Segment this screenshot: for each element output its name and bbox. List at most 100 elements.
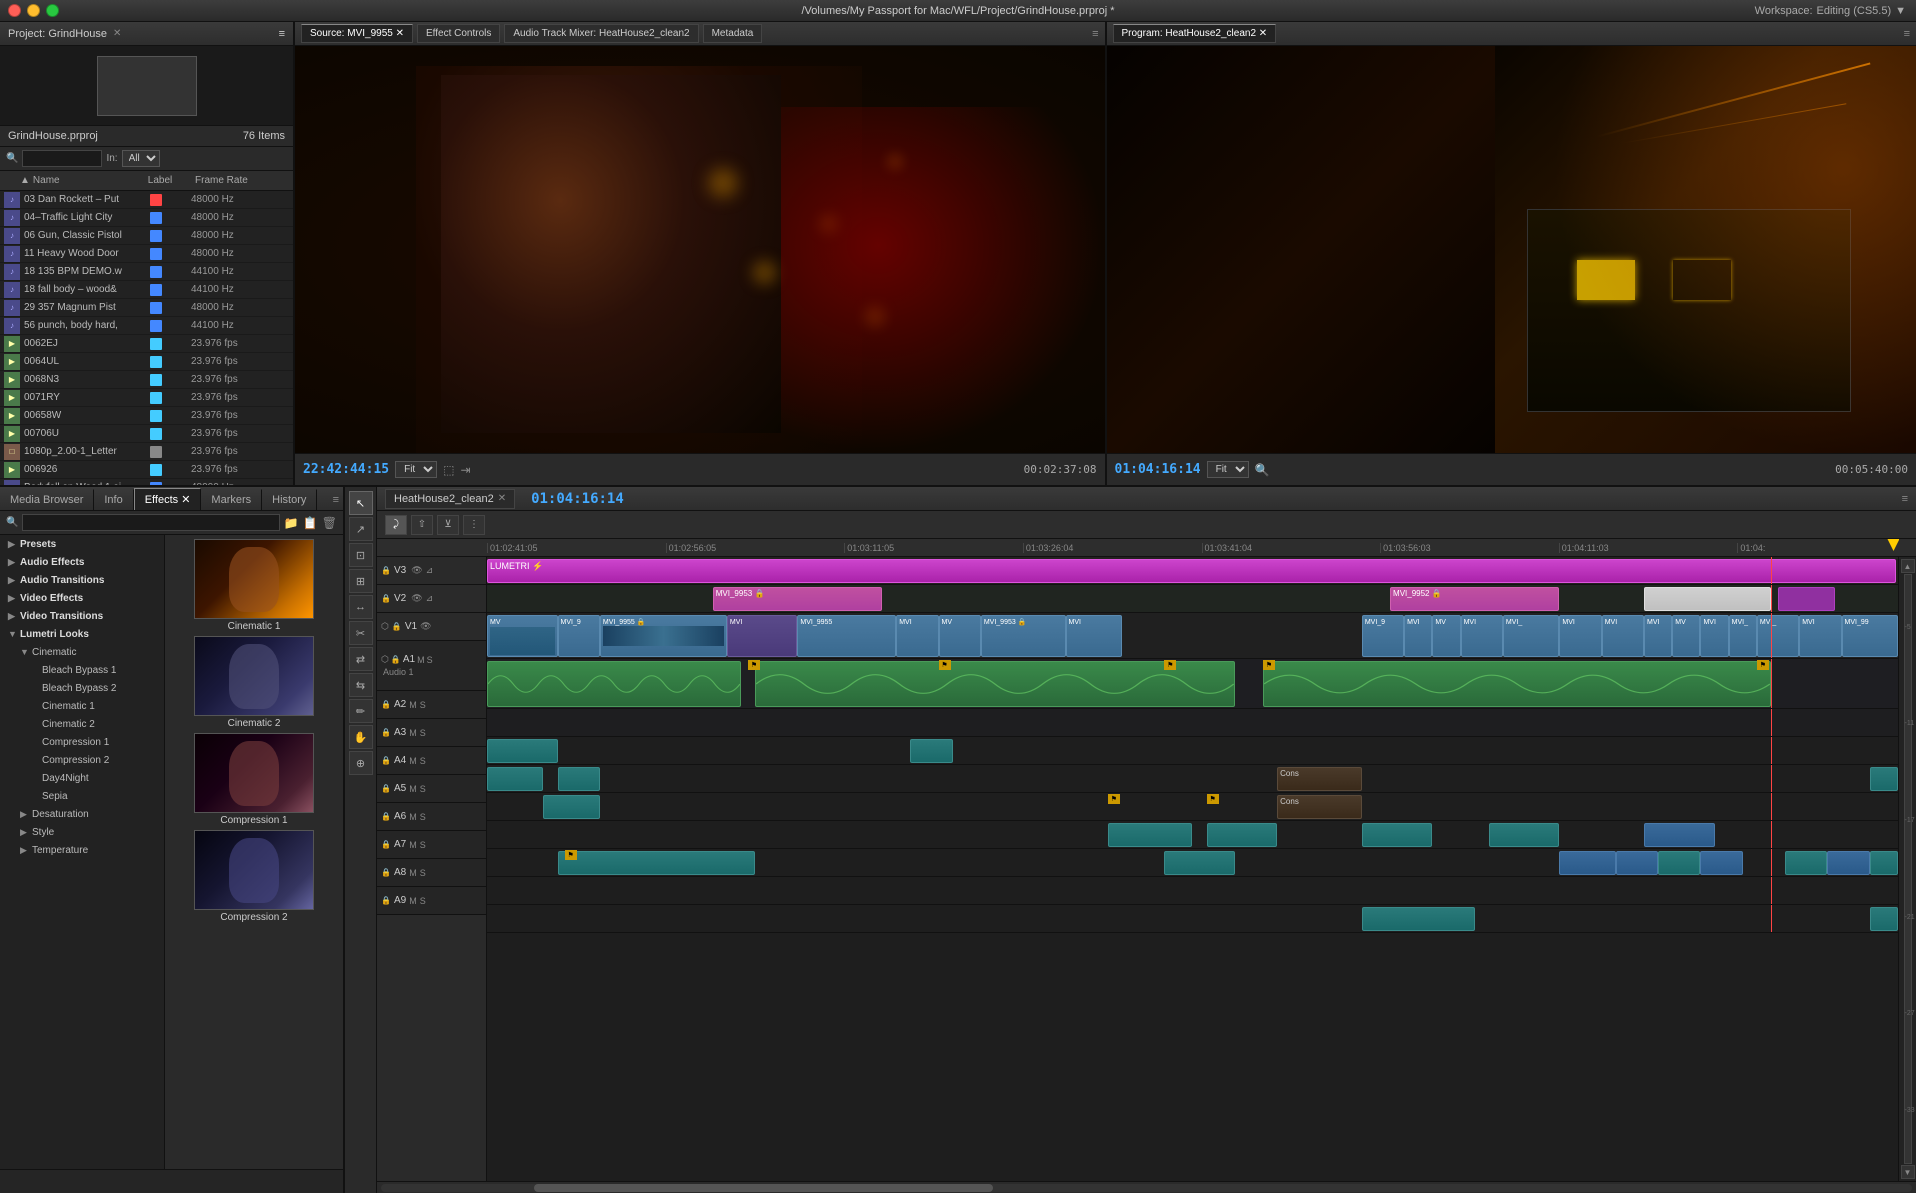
tree-item-day4night[interactable]: Day4Night	[0, 769, 164, 787]
tool-rate-stretch[interactable]: ↔	[349, 595, 373, 619]
track-a1-solo[interactable]: S	[427, 655, 433, 665]
source-monitor-menu[interactable]: ≡	[1092, 28, 1098, 40]
clip-v1-1[interactable]: MV	[487, 615, 558, 657]
list-item[interactable]: ♪ 03 Dan Rockett – Put 48000 Hz	[0, 191, 293, 209]
clip-v1-16[interactable]: MVI	[1602, 615, 1644, 657]
clip-v1-21[interactable]: MVI_	[1757, 615, 1799, 657]
clip-a5-1[interactable]	[543, 795, 599, 819]
track-a9-solo[interactable]: S	[420, 896, 426, 906]
clip-v1-11[interactable]: MVI	[1404, 615, 1432, 657]
clip-v1-17[interactable]: MVI	[1644, 615, 1672, 657]
track-a2-lock[interactable]: 🔒	[381, 700, 391, 709]
track-v1-row[interactable]: MV MVI_9 MVI_9955 🔒	[487, 613, 1898, 659]
tool-rolling[interactable]: ⊞	[349, 569, 373, 593]
clip-v1-12[interactable]: MV	[1432, 615, 1460, 657]
clip-v1-4[interactable]: MVI	[727, 615, 798, 657]
clip-a7-6[interactable]	[1700, 851, 1742, 875]
tree-item-sepia[interactable]: Sepia	[0, 787, 164, 805]
clip-a1-2[interactable]	[755, 661, 1235, 707]
list-item[interactable]: ♪ 18 fall body – wood& 44100 Hz	[0, 281, 293, 299]
track-a3-mute[interactable]: M	[409, 728, 417, 738]
clip-a7-4[interactable]	[1616, 851, 1658, 875]
clip-a7-7[interactable]	[1785, 851, 1827, 875]
clip-v1-13[interactable]: MVI	[1461, 615, 1503, 657]
list-item[interactable]: ▶ 006926 23.976 fps	[0, 461, 293, 479]
clip-a4-3[interactable]	[1870, 767, 1898, 791]
track-a5-row[interactable]: Cons ⚑ ⚑	[487, 793, 1898, 821]
clip-a9-1[interactable]	[1362, 907, 1475, 931]
effects-delete-icon[interactable]: 🗑	[322, 516, 337, 530]
col-name-header[interactable]: Name	[33, 175, 60, 186]
tab-effects[interactable]: Effects ✕	[134, 488, 202, 510]
tool-ripple[interactable]: ⊡	[349, 543, 373, 567]
list-item[interactable]: ▶ 0068N3 23.976 fps	[0, 371, 293, 389]
track-v1-target[interactable]: ⬡	[381, 621, 389, 632]
tab-source[interactable]: Source: MVI_9955 ✕	[301, 24, 413, 43]
col-label-header[interactable]: Label	[130, 175, 190, 186]
clip-v1-5[interactable]: MVI_9955	[797, 615, 896, 657]
clip-a6-4[interactable]	[1489, 823, 1560, 847]
track-a8-row[interactable]	[487, 877, 1898, 905]
track-a1-target[interactable]: ⬡	[381, 654, 389, 665]
tab-markers[interactable]: Markers	[201, 489, 262, 510]
project-menu-icon[interactable]: ≡	[279, 28, 285, 40]
track-v2-sync[interactable]: ⊿	[426, 593, 434, 604]
clip-v1-6[interactable]: MVI	[896, 615, 938, 657]
track-a2-solo[interactable]: S	[420, 700, 426, 710]
program-video[interactable]	[1107, 46, 1916, 453]
tab-info[interactable]: Info	[94, 489, 133, 510]
tl-tool-lift[interactable]: ⇧	[411, 515, 433, 535]
track-a8-lock[interactable]: 🔒	[381, 868, 391, 877]
list-item[interactable]: ♪ 04–Traffic Light City 48000 Hz	[0, 209, 293, 227]
tool-zoom[interactable]: ⊕	[349, 751, 373, 775]
tab-media-browser[interactable]: Media Browser	[0, 489, 94, 510]
tree-item-video-effects[interactable]: ▶ Video Effects	[0, 589, 164, 607]
tl-tool-in-point[interactable]: ⤸	[385, 515, 407, 535]
clip-v1-19[interactable]: MVI	[1700, 615, 1728, 657]
list-item[interactable]: ▶ 0064UL 23.976 fps	[0, 353, 293, 371]
clip-a4-2[interactable]	[558, 767, 600, 791]
tab-history[interactable]: History	[262, 489, 317, 510]
tree-item-bleach-bypass-1[interactable]: Bleach Bypass 1	[0, 661, 164, 679]
clip-v2-1[interactable]: MVI_9953 🔒	[713, 587, 882, 611]
tree-item-style[interactable]: ▶ Style	[0, 823, 164, 841]
tree-item-temperature[interactable]: ▶ Temperature	[0, 841, 164, 859]
clip-a7-1[interactable]	[558, 851, 756, 875]
effects-new-preset-icon[interactable]: 📋	[303, 516, 318, 530]
clip-a7-3[interactable]	[1559, 851, 1615, 875]
clip-a3-1[interactable]	[487, 739, 558, 763]
program-monitor-menu[interactable]: ≡	[1904, 28, 1910, 40]
tree-item-video-transitions[interactable]: ▶ Video Transitions	[0, 607, 164, 625]
tree-item-cinematic-2[interactable]: Cinematic 2	[0, 715, 164, 733]
clip-v1-18[interactable]: MV	[1672, 615, 1700, 657]
tree-item-cinematic-1[interactable]: Cinematic 1	[0, 697, 164, 715]
clip-a6-2[interactable]	[1207, 823, 1278, 847]
tab-program[interactable]: Program: HeatHouse2_clean2 ✕	[1113, 24, 1277, 43]
preview-cinematic2[interactable]: Cinematic 2	[169, 636, 339, 729]
preview-compression2[interactable]: Compression 2	[169, 830, 339, 923]
tab-audio-track-mixer[interactable]: Audio Track Mixer: HeatHouse2_clean2	[504, 24, 698, 43]
track-a5-mute[interactable]: M	[409, 784, 417, 794]
clip-v1-22[interactable]: MVI	[1799, 615, 1841, 657]
effects-panel-menu[interactable]: ≡	[329, 490, 343, 510]
track-v3-sync[interactable]: ⊿	[426, 565, 434, 576]
project-panel-close[interactable]: ✕	[113, 28, 121, 39]
track-a7-row[interactable]: ⚑	[487, 849, 1898, 877]
track-a8-solo[interactable]: S	[420, 868, 426, 878]
tree-item-audio-effects[interactable]: ▶ Audio Effects	[0, 553, 164, 571]
track-a9-mute[interactable]: M	[409, 896, 417, 906]
track-a9-lock[interactable]: 🔒	[381, 896, 391, 905]
clip-a9-2[interactable]	[1870, 907, 1898, 931]
track-a6-solo[interactable]: S	[420, 812, 426, 822]
clip-a7-9[interactable]	[1870, 851, 1898, 875]
clip-v1-23[interactable]: MVI_99	[1842, 615, 1898, 657]
project-search-input[interactable]	[22, 150, 102, 167]
effects-new-folder-icon[interactable]: 📁	[284, 516, 299, 530]
track-a7-mute[interactable]: M	[409, 840, 417, 850]
track-a2-mute[interactable]: M	[409, 700, 417, 710]
clip-a3-2[interactable]	[910, 739, 952, 763]
effects-search-input[interactable]	[22, 514, 279, 531]
track-a7-lock[interactable]: 🔒	[381, 840, 391, 849]
clip-v1-15[interactable]: MVI	[1559, 615, 1601, 657]
track-a7-solo[interactable]: S	[420, 840, 426, 850]
